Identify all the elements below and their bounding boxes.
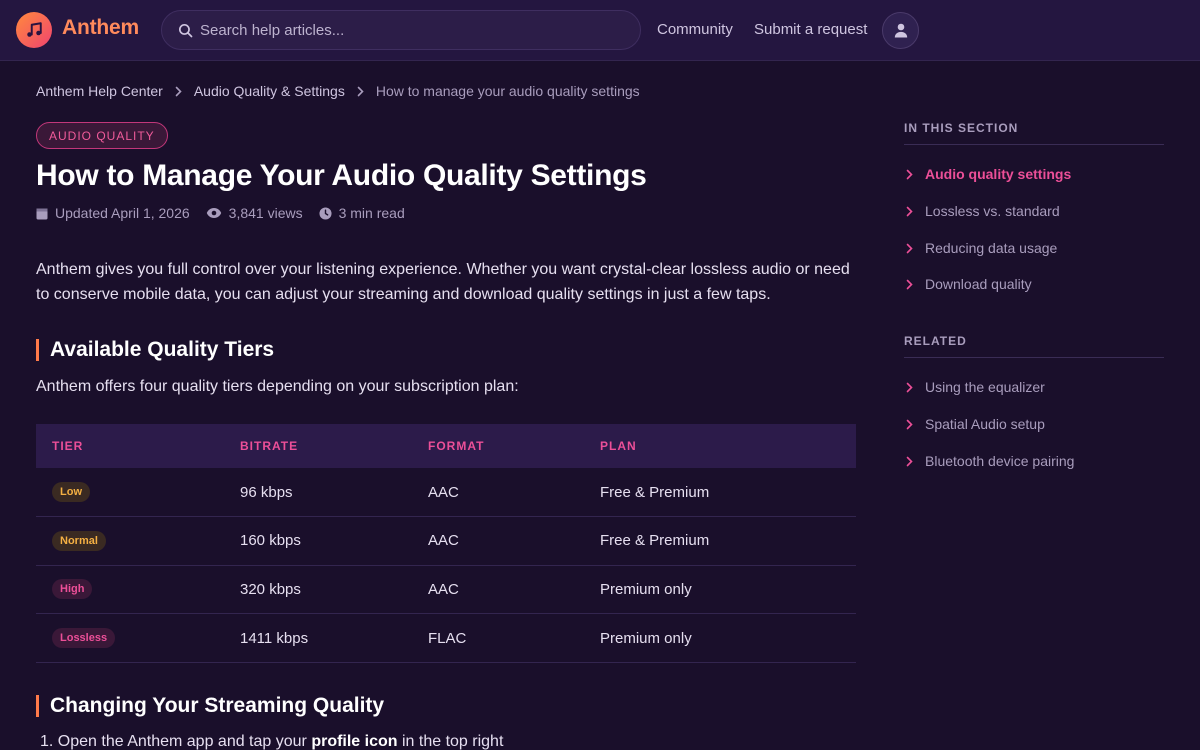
section-heading-quality-tiers: Available Quality Tiers (36, 339, 274, 361)
step-1-bold: profile icon (311, 733, 398, 750)
plan-cell: Premium only (584, 613, 856, 663)
sidebar-item-label: Reducing data usage (925, 240, 1058, 256)
column-header-plan: PLAN (584, 424, 856, 468)
sidebar-item-label: Using the equalizer (925, 379, 1045, 395)
top-navigation-bar: Anthem Community Submit a request (0, 0, 1200, 61)
article-meta: Updated April 1, 2026 3,841 views 3 min … (36, 205, 421, 221)
search-bar[interactable] (161, 10, 641, 50)
eye-icon (206, 208, 221, 218)
user-icon (894, 23, 907, 38)
column-header-format: FORMAT (412, 424, 584, 468)
sidebar-related-heading: RELATED (904, 334, 1164, 358)
table-row: Lossless 1411 kbps FLAC Premium only (36, 613, 856, 663)
sidebar-item-label: Lossless vs. standard (925, 203, 1060, 219)
chevron-right-icon (906, 243, 913, 253)
nav-community-link[interactable]: Community (657, 21, 733, 38)
view-count: 3,841 views (228, 205, 303, 221)
clock-icon (319, 206, 332, 220)
section-paragraph: Anthem offers four quality tiers dependi… (36, 378, 519, 395)
tier-badge: High (52, 579, 93, 600)
chevron-right-icon (906, 419, 913, 429)
page-title: How to Manage Your Audio Quality Setting… (36, 159, 647, 192)
bitrate-cell: 320 kbps (224, 565, 412, 615)
table-row: Low 96 kbps AAC Free & Premium (36, 468, 856, 518)
chevron-right-icon (357, 86, 364, 97)
bitrate-cell: 1411 kbps (224, 613, 412, 663)
sidebar-item-label: Download quality (925, 276, 1032, 292)
chevron-right-icon (175, 86, 182, 97)
chevron-right-icon (906, 169, 913, 179)
music-note-icon[interactable] (16, 12, 52, 48)
updated-date: Updated April 1, 2026 (55, 205, 190, 221)
search-input[interactable] (200, 11, 630, 49)
sidebar-item-using-the-equalizer[interactable]: Using the equalizer (906, 379, 1045, 395)
format-cell: AAC (412, 516, 584, 566)
chevron-right-icon (906, 382, 913, 392)
column-header-bitrate: BITRATE (224, 424, 412, 468)
plan-cell: Premium only (584, 565, 856, 615)
sidebar-item-label: Spatial Audio setup (925, 416, 1045, 432)
nav-submit-request-link[interactable]: Submit a request (754, 21, 867, 38)
format-cell: AAC (412, 468, 584, 518)
table-header-row: TIER BITRATE FORMAT PLAN (36, 424, 856, 468)
calendar-icon (36, 208, 48, 219)
quality-tiers-table: TIER BITRATE FORMAT PLAN Low 96 kbps AAC… (36, 424, 856, 663)
step-1-text-before: Open the Anthem app and tap your (57, 733, 312, 750)
chevron-right-icon (906, 456, 913, 466)
tier-badge: Lossless (52, 628, 116, 649)
sidebar-section-heading: IN THIS SECTION (904, 121, 1164, 145)
bitrate-cell: 160 kbps (224, 516, 412, 566)
breadcrumb-current-page: How to manage your audio quality setting… (375, 83, 640, 99)
search-icon (178, 23, 193, 38)
user-avatar-button[interactable] (882, 12, 919, 49)
sidebar-item-bluetooth-device-pairing[interactable]: Bluetooth device pairing (906, 453, 1074, 469)
sidebar-item-lossless-vs-standard[interactable]: Lossless vs. standard (906, 203, 1060, 219)
sidebar-item-download-quality[interactable]: Download quality (906, 276, 1032, 292)
intro-paragraph: Anthem gives you full control over your … (36, 261, 850, 303)
bitrate-cell: 96 kbps (224, 468, 412, 518)
breadcrumb-category-link[interactable]: Audio Quality & Settings (194, 83, 345, 99)
category-tag[interactable]: AUDIO QUALITY (36, 122, 168, 149)
breadcrumb-home-link[interactable]: Anthem Help Center (36, 83, 163, 99)
brand-name[interactable]: Anthem (62, 16, 139, 40)
sidebar-item-label: Audio quality settings (925, 166, 1072, 182)
format-cell: FLAC (412, 613, 584, 663)
plan-cell: Free & Premium (584, 516, 856, 566)
chevron-right-icon (906, 279, 913, 289)
section-heading-streaming-quality: Changing Your Streaming Quality (36, 695, 384, 717)
tier-badge: Normal (52, 530, 106, 551)
column-header-tier: TIER (36, 424, 224, 468)
sidebar-item-audio-quality-settings[interactable]: Audio quality settings (906, 166, 1071, 182)
step-1-text-after: in the top right (397, 733, 504, 750)
sidebar-item-label: Bluetooth device pairing (925, 453, 1075, 469)
step-1: 1. Open the Anthem app and tap your prof… (40, 733, 504, 750)
format-cell: AAC (412, 565, 584, 615)
table-row: High 320 kbps AAC Premium only (36, 565, 856, 615)
breadcrumb: Anthem Help Center Audio Quality & Setti… (36, 83, 640, 99)
plan-cell: Free & Premium (584, 468, 856, 518)
table-row: Normal 160 kbps AAC Free & Premium (36, 516, 856, 566)
sidebar-item-reducing-data-usage[interactable]: Reducing data usage (906, 240, 1057, 256)
tier-badge: Low (52, 482, 90, 503)
sidebar-item-spatial-audio-setup[interactable]: Spatial Audio setup (906, 416, 1045, 432)
chevron-right-icon (906, 206, 913, 216)
read-time: 3 min read (338, 205, 405, 221)
